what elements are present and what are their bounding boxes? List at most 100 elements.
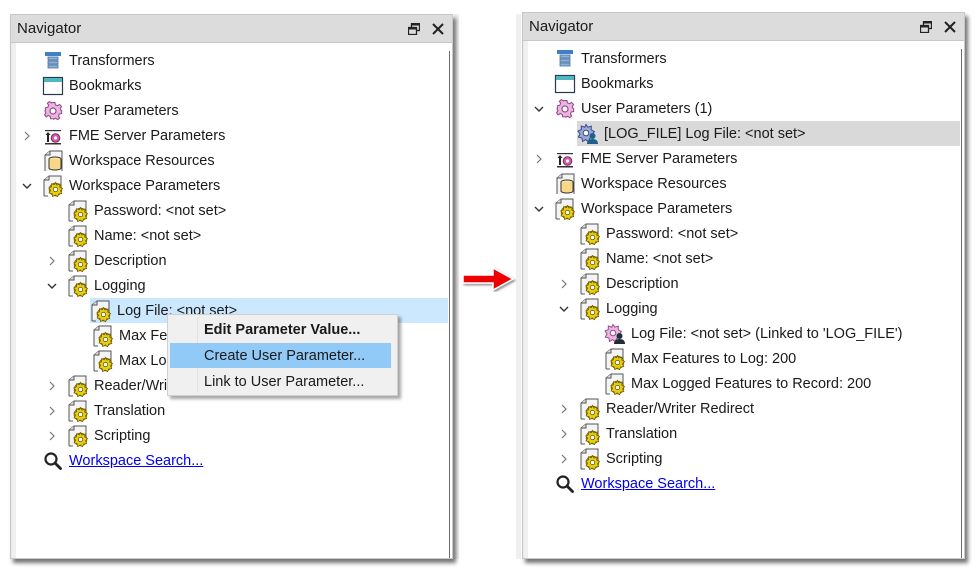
menu-item-link-to-user-parameter[interactable]: Link to User Parameter... <box>170 369 391 394</box>
tree-item-translation[interactable]: Translation <box>524 421 960 446</box>
tree-item-translation[interactable]: Translation <box>12 398 448 423</box>
tree-item-label: User Parameters (1) <box>581 100 713 117</box>
chevron-right-icon[interactable] <box>45 429 59 443</box>
chevron-right-icon[interactable] <box>532 152 546 166</box>
tree-item-workspace-resources[interactable]: Workspace Resources <box>12 148 448 173</box>
tree-item-bookmarks[interactable]: Bookmarks <box>12 73 448 98</box>
close-icon[interactable] <box>426 18 450 40</box>
tree-item-description[interactable]: Description <box>12 248 448 273</box>
chevron-right-icon[interactable] <box>45 404 59 418</box>
tree-item-max-features-to-log-200[interactable]: Max Features to Log: 200 <box>524 346 960 371</box>
tree-item-transformers[interactable]: Transformers <box>12 48 448 73</box>
menu-item-edit-parameter-value[interactable]: Edit Parameter Value... <box>170 317 391 342</box>
tree-item-description[interactable]: Description <box>524 271 960 296</box>
tree-item-bookmarks[interactable]: Bookmarks <box>524 71 960 96</box>
chevron-right-icon[interactable] <box>20 129 34 143</box>
parameter-icon <box>579 273 601 295</box>
tree-item-logging[interactable]: Logging <box>524 296 960 321</box>
workspace-parameters-icon <box>42 175 64 197</box>
menu-item-create-user-parameter[interactable]: Create User Parameter... <box>170 343 391 368</box>
parameter-icon <box>579 298 601 320</box>
chevron-right-icon[interactable] <box>557 402 571 416</box>
workspace-search-link[interactable]: Workspace Search... <box>581 476 715 492</box>
parameter-icon <box>604 348 626 370</box>
parameter-icon <box>579 248 601 270</box>
workspace-parameters-icon <box>554 198 576 220</box>
tree-item-label: Max Features to Log: 200 <box>631 350 797 367</box>
tree-item-transformers[interactable]: Transformers <box>524 46 960 71</box>
parameter-icon <box>92 325 114 347</box>
parameter-icon <box>67 200 89 222</box>
chevron-down-icon[interactable] <box>20 179 34 193</box>
tree-item-fme-server-parameters[interactable]: FME Server Parameters <box>12 123 448 148</box>
restore-icon[interactable] <box>914 16 938 38</box>
parameter-icon <box>579 398 601 420</box>
tree-item-password-not-set[interactable]: Password: <not set> <box>12 198 448 223</box>
tree-item-label: Name: <not set> <box>606 250 714 267</box>
tree-item-label: Bookmarks <box>581 75 654 92</box>
tree-item-name-not-set[interactable]: Name: <not set> <box>12 223 448 248</box>
tree-item-label: Scripting <box>606 450 663 467</box>
tree-item-log-file-not-set-linked-to-log-file[interactable]: Log File: <not set> (Linked to 'LOG_FILE… <box>524 321 960 346</box>
tree-item-label: FME Server Parameters <box>69 127 226 144</box>
navigator-tree: Transformers Bookmarks User Parameters (1)… <box>523 41 964 558</box>
chevron-right-icon[interactable] <box>557 452 571 466</box>
tree-item-workspace-resources[interactable]: Workspace Resources <box>524 171 960 196</box>
tree-item-name-not-set[interactable]: Name: <not set> <box>524 246 960 271</box>
panel-gap-strip <box>454 14 459 559</box>
tree-item-user-parameters-1[interactable]: User Parameters (1) <box>524 96 960 121</box>
restore-icon[interactable] <box>402 18 426 40</box>
fme-server-parameters-icon <box>554 148 576 170</box>
chevron-down-icon[interactable] <box>45 279 59 293</box>
tree-item-logging[interactable]: Logging <box>12 273 448 298</box>
transformers-icon <box>554 48 576 70</box>
chevron-right-icon[interactable] <box>557 427 571 441</box>
parameter-icon <box>579 223 601 245</box>
tree-item-password-not-set[interactable]: Password: <not set> <box>524 221 960 246</box>
navigator-title-bar[interactable]: Navigator <box>523 13 964 41</box>
tree-item-label: Log File: <not set> (Linked to 'LOG_FILE… <box>631 325 903 342</box>
parameter-icon <box>67 250 89 272</box>
chevron-right-icon[interactable] <box>45 254 59 268</box>
tree-item-workspace-search[interactable]: Workspace Search... <box>12 448 448 473</box>
tree-item-label: Scripting <box>94 427 151 444</box>
chevron-right-icon[interactable] <box>557 277 571 291</box>
parameter-icon <box>67 275 89 297</box>
tree-item-log-file-log-file-not-set[interactable]: [LOG_FILE] Log File: <not set> <box>577 121 960 146</box>
tree-item-workspace-search[interactable]: Workspace Search... <box>524 471 960 496</box>
tree-item-label: Workspace Resources <box>581 175 727 192</box>
workspace-search-link[interactable]: Workspace Search... <box>69 453 203 469</box>
user-parameters-gear-icon <box>42 100 64 122</box>
context-menu: Edit Parameter Value... Create User Para… <box>167 314 398 396</box>
tree-item-fme-server-parameters[interactable]: FME Server Parameters <box>524 146 960 171</box>
navigator-title: Navigator <box>17 20 82 37</box>
tree-item-workspace-parameters[interactable]: Workspace Parameters <box>12 173 448 198</box>
tree-item-scripting[interactable]: Scripting <box>524 446 960 471</box>
bookmarks-icon <box>42 75 64 97</box>
chevron-down-icon[interactable] <box>532 102 546 116</box>
tree-scroll-border <box>961 49 962 558</box>
chevron-down-icon[interactable] <box>557 302 571 316</box>
search-icon <box>42 450 64 472</box>
navigator-panel-after: Navigator Transformers Bookmarks User Para… <box>522 12 965 559</box>
tree-item-label: Password: <not set> <box>94 202 227 219</box>
user-parameters-gear-icon <box>554 98 576 120</box>
navigator-title-bar[interactable]: Navigator <box>11 15 452 43</box>
tree-item-label: Bookmarks <box>69 77 142 94</box>
navigator-tree: Transformers Bookmarks User Parameters FME … <box>11 43 452 558</box>
parameter-icon <box>67 425 89 447</box>
tree-item-label: Translation <box>606 425 678 442</box>
tree-item-workspace-parameters[interactable]: Workspace Parameters <box>524 196 960 221</box>
tree-item-label: FME Server Parameters <box>581 150 738 167</box>
workspace-resources-icon <box>554 173 576 195</box>
tree-item-user-parameters[interactable]: User Parameters <box>12 98 448 123</box>
right-arrow-icon <box>462 266 515 292</box>
tree-item-reader-writer-redirect[interactable]: Reader/Writer Redirect <box>524 396 960 421</box>
close-icon[interactable] <box>938 16 962 38</box>
tree-item-max-logged-features-to-record-200[interactable]: Max Logged Features to Record: 200 <box>524 371 960 396</box>
tree-item-scripting[interactable]: Scripting <box>12 423 448 448</box>
parameter-icon <box>92 350 114 372</box>
chevron-down-icon[interactable] <box>532 202 546 216</box>
tree-item-label: Description <box>606 275 679 292</box>
chevron-right-icon[interactable] <box>45 379 59 393</box>
